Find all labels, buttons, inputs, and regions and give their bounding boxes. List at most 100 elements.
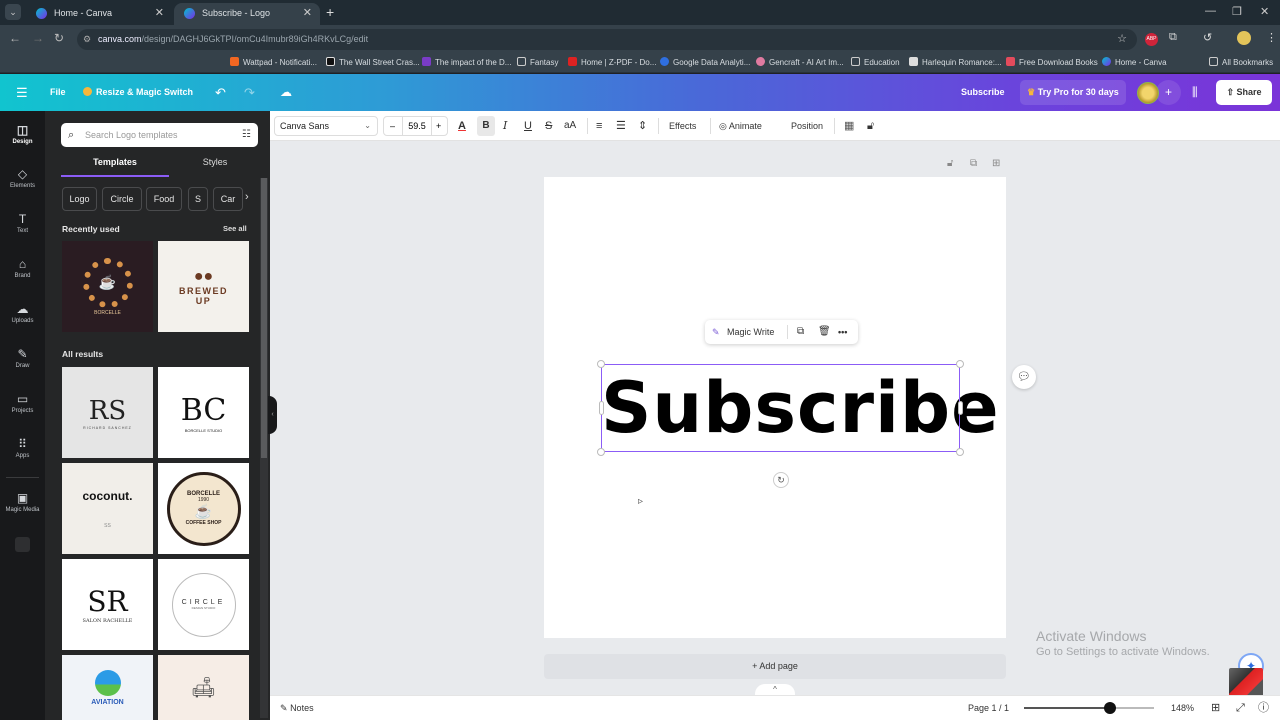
resize-handle-left[interactable] [599,401,604,415]
file-menu[interactable]: File [50,74,66,111]
duplicate-page-icon[interactable]: ⧉ [970,158,977,169]
template-search-input[interactable]: ⌕ Search Logo templates ☷ [61,123,258,147]
new-tab-button[interactable]: + [326,4,334,20]
resize-handle-right[interactable] [958,401,963,415]
template-thumb-circle[interactable]: CIRCLE DESIGN STUDIO [158,559,249,650]
magic-write-button[interactable]: Magic Write [727,320,774,344]
bookmark-harlequin[interactable]: Harlequin Romance:... [909,56,1002,70]
restore-button[interactable]: ❐ [1232,5,1242,18]
nav-text[interactable]: T Text [0,212,45,234]
template-thumb-coffee-shop[interactable]: BORCELLE 1990 ☕ COFFEE SHOP [158,463,249,554]
bookmark-google-data[interactable]: Google Data Analyti... [660,56,750,70]
redo-icon[interactable]: ↷ [244,74,255,111]
nav-draw[interactable]: ✎ Draw [0,347,45,369]
text-color-icon[interactable]: A [458,111,466,141]
underline-button[interactable]: U [524,111,532,141]
chip-logo[interactable]: Logo [62,187,97,211]
letter-case-button[interactable]: aA [564,111,576,141]
panel-scrollbar[interactable] [260,178,268,718]
reload-button[interactable]: ↻ [54,31,64,45]
forward-button[interactable]: → [32,31,44,45]
chip-food[interactable]: Food [146,187,182,211]
font-family-select[interactable]: Canva Sans ⌄ [274,116,378,136]
bookmark-free-books[interactable]: Free Download Books [1006,56,1098,70]
template-thumb-brewed-up[interactable]: ●● BREWED UP [158,241,249,332]
design-title[interactable]: Subscribe [961,74,1005,111]
filter-icon[interactable]: ☷ [242,123,251,147]
close-tab-icon[interactable]: ✕ [155,3,164,23]
all-bookmarks[interactable]: All Bookmarks [1209,56,1273,70]
nav-apps[interactable]: ⠿ Apps [0,437,45,459]
add-comment-icon[interactable]: 💬︎ [1012,365,1036,389]
bookmark-impact[interactable]: The impact of the D... [422,56,511,70]
hamburger-icon[interactable]: ☰ [16,74,28,111]
list-icon[interactable]: ☰ [616,111,626,141]
bookmark-education[interactable]: Education [851,56,900,70]
italic-button[interactable]: I [503,111,507,141]
profile-avatar[interactable] [1237,31,1251,45]
transparency-icon[interactable]: ▦ [844,111,854,141]
template-thumb-rs[interactable]: RS RICHARD SANCHEZ [62,367,153,458]
zoom-level[interactable]: 148% [1171,696,1194,720]
cloud-save-icon[interactable]: ☁ [280,74,292,111]
notes-button[interactable]: ✎ Notes [280,696,314,720]
increase-size-button[interactable]: + [436,117,441,135]
trash-icon[interactable]: 🗑︎ [818,320,831,344]
help-icon[interactable]: ⓘ [1258,696,1269,720]
add-page-icon[interactable]: ⊞ [992,158,1000,169]
browser-tab-home[interactable]: Home - Canva ✕ [26,3,172,25]
bookmark-gencraft[interactable]: Gencraft - AI Art Im... [756,56,844,70]
decrease-size-button[interactable]: – [390,117,395,135]
close-tab-icon[interactable]: ✕ [303,3,312,23]
bookmark-zpdf[interactable]: Home | Z-PDF - Do... [568,56,656,70]
grid-view-icon[interactable]: ⊞ [1211,696,1220,720]
template-thumb-salon[interactable]: SR SALON RACHELLE [62,559,153,650]
minimize-button[interactable]: — [1205,5,1216,17]
bookmark-home-canva[interactable]: Home - Canva [1102,56,1167,70]
invite-button[interactable]: + [1156,80,1181,105]
browser-tab-subscribe[interactable]: Subscribe - Logo ✕ [174,3,320,25]
fullscreen-icon[interactable]: ⤢ [1236,696,1245,720]
more-icon[interactable]: ••• [838,320,847,344]
user-avatar[interactable] [1137,82,1159,104]
bookmark-fantasy[interactable]: Fantasy [517,56,558,70]
resize-handle-tl[interactable] [597,360,605,368]
zoom-slider[interactable] [1024,702,1154,714]
see-all-link[interactable]: See all [223,224,247,233]
resize-magic-switch-button[interactable]: Resize & Magic Switch [83,74,193,111]
resize-handle-bl[interactable] [597,448,605,456]
zoom-slider-knob[interactable] [1103,702,1116,714]
lock-page-icon[interactable]: 🔓︎ [947,158,953,169]
adblock-extension-icon[interactable]: ABP [1145,33,1158,46]
bookmark-wall-street[interactable]: The Wall Street Cras... [326,56,420,70]
bold-button[interactable]: B [477,116,495,136]
close-window-button[interactable]: ✕ [1260,5,1269,18]
template-thumb-borcelle[interactable]: ☕ BORCELLE [62,241,153,332]
try-pro-button[interactable]: ♛ Try Pro for 30 days [1020,80,1126,105]
resize-handle-tr[interactable] [956,360,964,368]
nav-uploads[interactable]: ☁ Uploads [0,302,45,324]
nav-brand[interactable]: ⌂ Brand [0,257,45,279]
bookmark-star-icon[interactable]: ☆ [1117,29,1127,50]
chip-car[interactable]: Car [213,187,243,211]
animate-button[interactable]: ◎ Animate [719,111,762,141]
position-button[interactable]: Position [791,111,823,141]
add-page-button[interactable]: + Add page [544,654,1006,679]
scrollbar-thumb[interactable] [261,178,267,458]
bookmark-wattpad[interactable]: Wattpad - Notificati... [230,56,317,70]
placeholder-app-icon[interactable] [15,537,30,552]
nav-magic-media[interactable]: ▣ Magic Media [0,491,45,513]
undo-icon[interactable]: ↶ [215,74,226,111]
site-info-icon[interactable]: ⚙ [83,29,91,50]
url-input[interactable]: ⚙ canva.com/design/DAGHJ6GkTPI/omCu4Imub… [77,29,1137,50]
nav-design[interactable]: ◫ Design [0,123,45,145]
rotate-handle-icon[interactable]: ↻ [773,472,789,488]
template-thumb-coconut[interactable]: coconut. SS [62,463,153,554]
nav-elements[interactable]: ◇ Elements [0,167,45,189]
share-button[interactable]: ⇧ Share [1216,80,1272,105]
browser-menu-icon[interactable]: ⋮ [1266,31,1277,44]
template-thumb-bc[interactable]: BC BORCELLE STUDIO [158,367,249,458]
chevron-right-icon[interactable]: › [245,191,249,203]
spacing-icon[interactable]: ⇕ [638,111,647,141]
effects-button[interactable]: Effects [669,111,696,141]
